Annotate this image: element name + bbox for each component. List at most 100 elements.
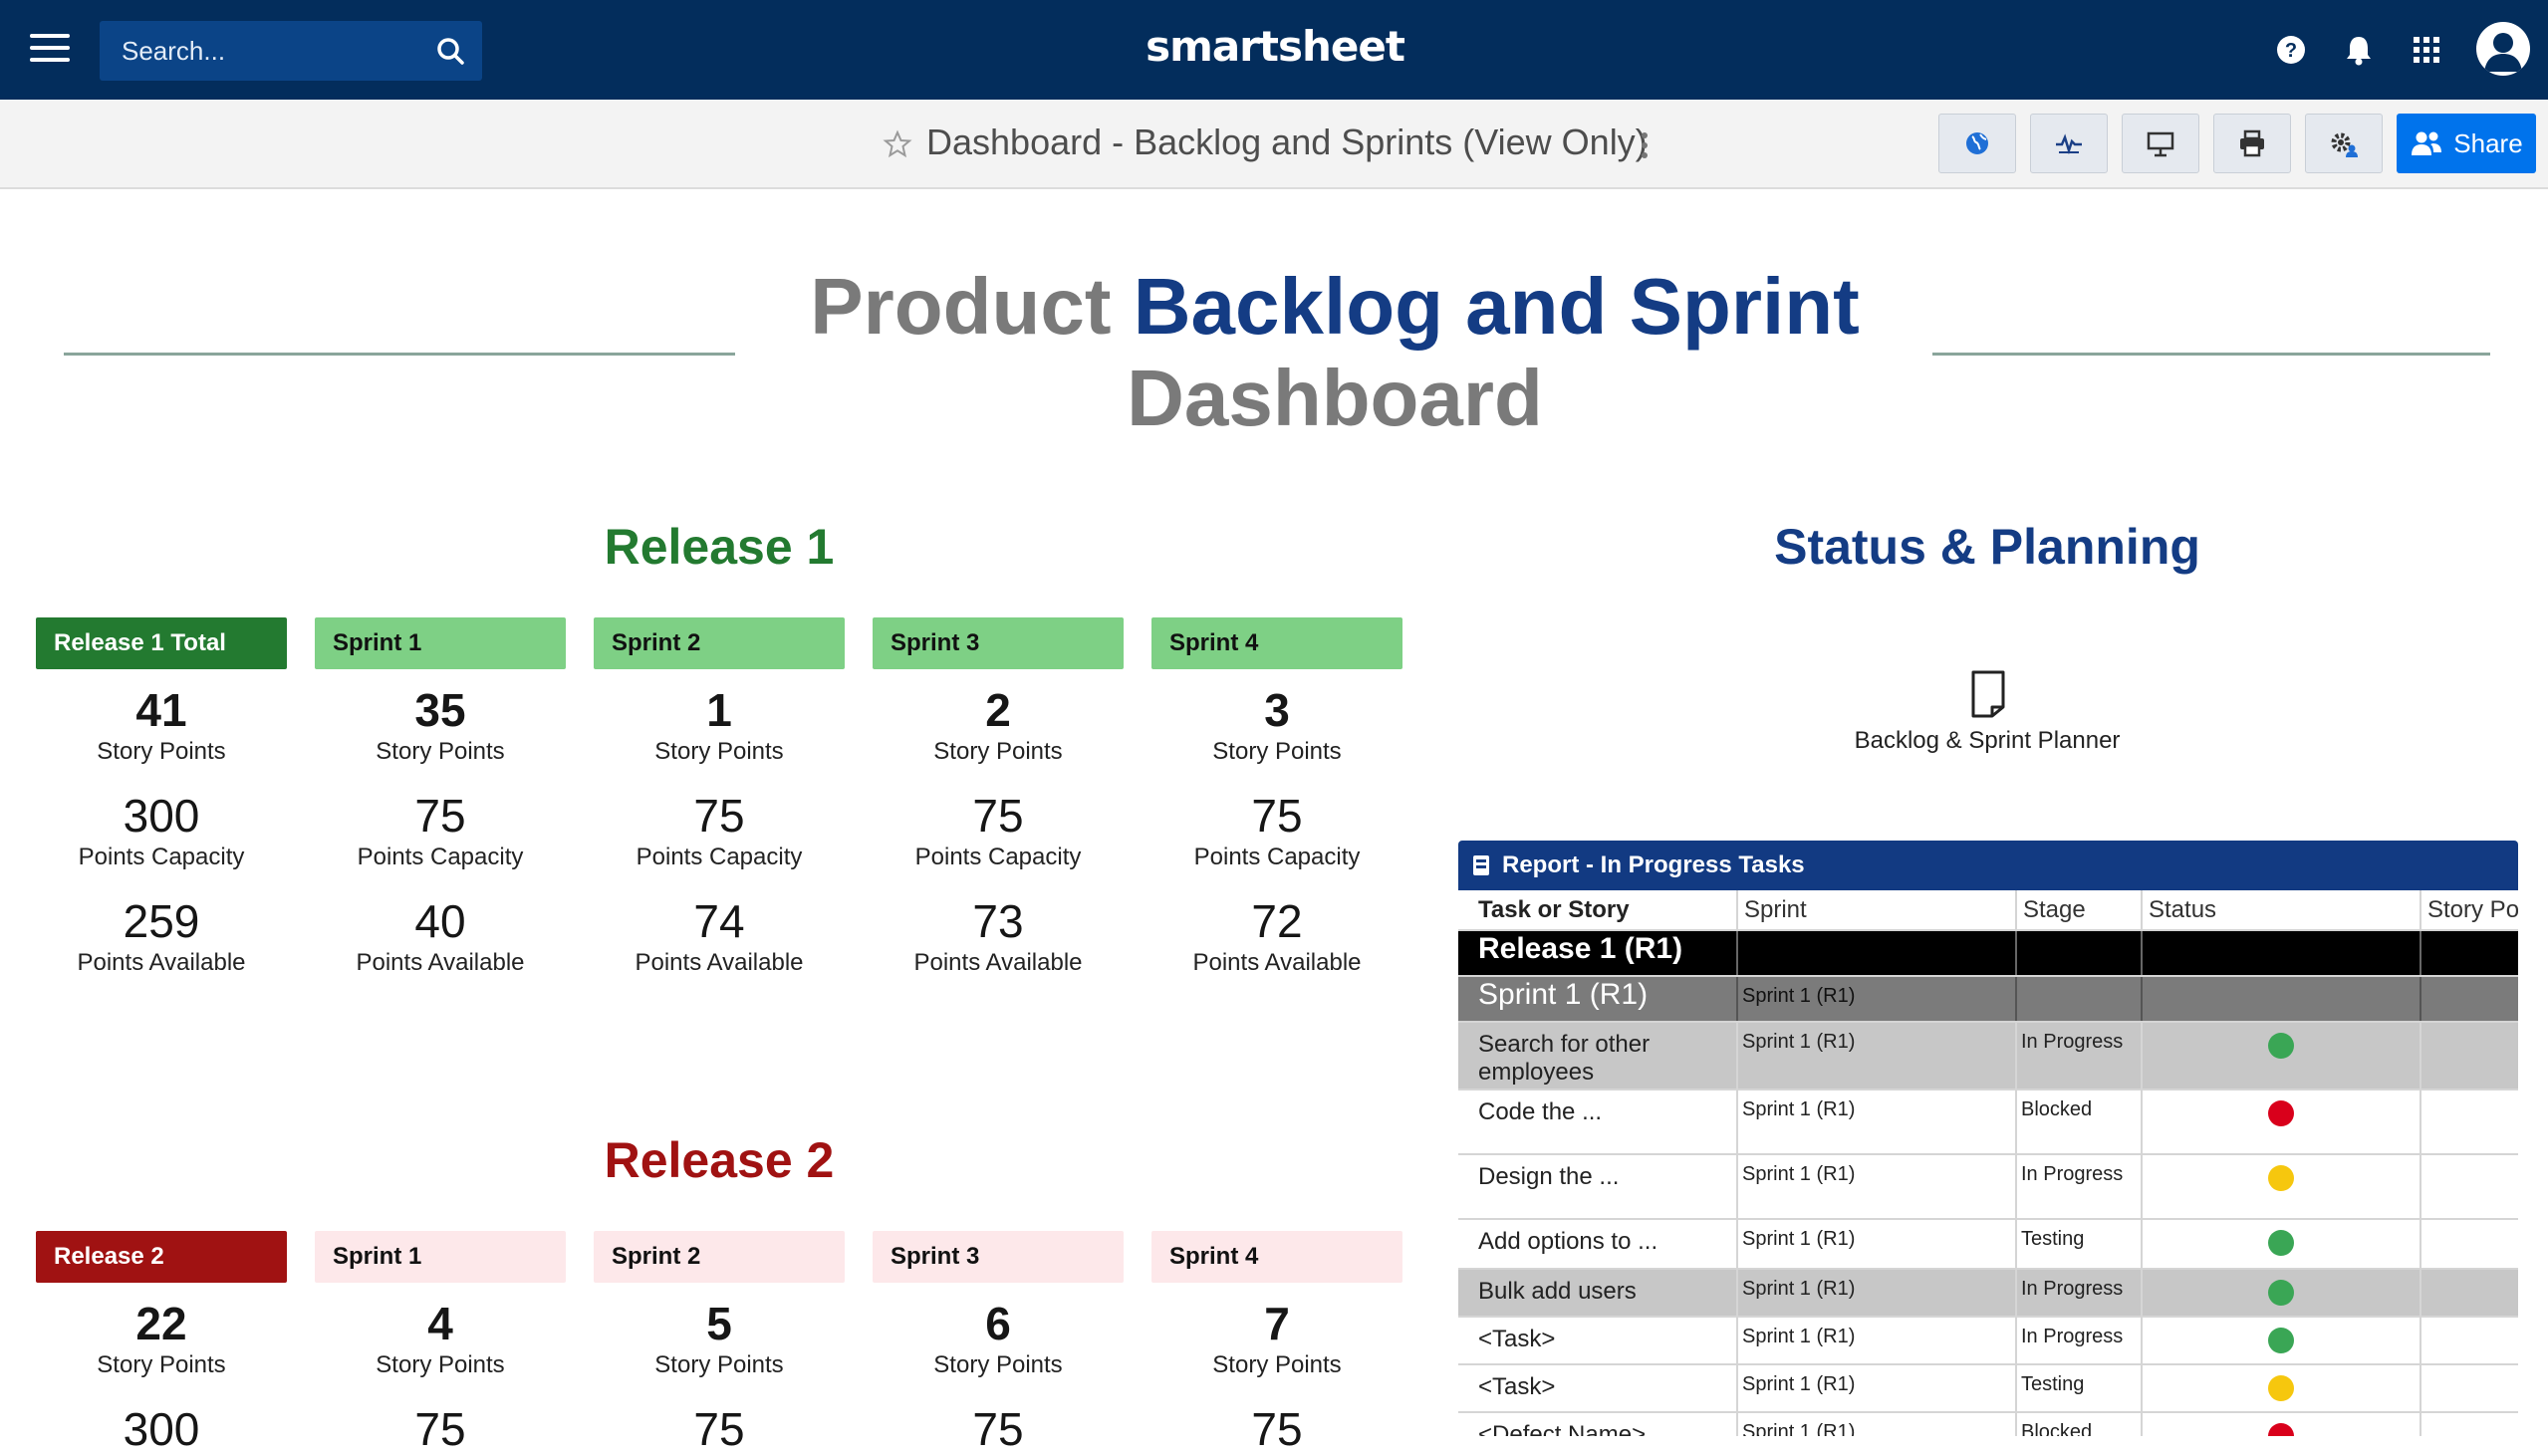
- hamburger-icon[interactable]: [30, 34, 70, 66]
- table-row[interactable]: <Task> Sprint 1 (R1) Testing: [1458, 1364, 2518, 1413]
- stage-cell[interactable]: Blocked: [2016, 1090, 2143, 1155]
- task-cell[interactable]: Sprint 1 (R1): [1458, 976, 1738, 1023]
- card-header: Sprint 1: [315, 1231, 566, 1283]
- table-row[interactable]: Design the ... Sprint 1 (R1) In Progress: [1458, 1154, 2518, 1220]
- stage-cell[interactable]: Testing: [2016, 1219, 2143, 1270]
- story-points-cell[interactable]: [2421, 1317, 2518, 1365]
- status-cell[interactable]: [2142, 1219, 2421, 1270]
- table-row[interactable]: Search for other employees Sprint 1 (R1)…: [1458, 1022, 2518, 1091]
- sprint-cell[interactable]: Sprint 1 (R1): [1737, 1090, 2017, 1155]
- sprint-cell[interactable]: Sprint 1 (R1): [1737, 1154, 2017, 1220]
- status-cell[interactable]: [2142, 1022, 2421, 1091]
- search-box[interactable]: [100, 21, 482, 81]
- capacity-value: 75: [1251, 790, 1303, 842]
- task-cell[interactable]: Search for other employees: [1458, 1022, 1738, 1091]
- stage-cell[interactable]: [2016, 976, 2143, 1023]
- column-header-stage[interactable]: Stage: [2016, 890, 2143, 931]
- table-row[interactable]: Sprint 1 (R1) Sprint 1 (R1): [1458, 976, 2518, 1023]
- avatar[interactable]: [2476, 22, 2530, 76]
- story-points-cell[interactable]: [2421, 1269, 2518, 1318]
- story-points-cell[interactable]: [2421, 1022, 2518, 1091]
- release-1-title: Release 1: [604, 519, 835, 575]
- stage-cell[interactable]: In Progress: [2016, 1317, 2143, 1365]
- title-part-product: Product: [810, 262, 1112, 351]
- story-points-cell[interactable]: [2421, 930, 2518, 977]
- activity-log-button[interactable]: [2030, 114, 2108, 173]
- task-cell[interactable]: Bulk add users: [1458, 1269, 1738, 1318]
- kebab-icon[interactable]: [1638, 129, 1652, 161]
- stage-cell[interactable]: Testing: [2016, 1364, 2143, 1413]
- capacity-label: Points Capacity: [1193, 844, 1361, 870]
- stage-cell[interactable]: [2016, 930, 2143, 977]
- card-header: Sprint 3: [873, 1231, 1124, 1283]
- sprint-cell[interactable]: Sprint 1 (R1): [1737, 1022, 2017, 1091]
- status-yellow-dot: [2268, 1165, 2294, 1191]
- story-points-value: 22: [135, 1298, 187, 1349]
- story-points-label: Story Points: [654, 738, 784, 765]
- admin-settings-button[interactable]: [2305, 114, 2383, 173]
- story-points-value: 7: [1264, 1298, 1290, 1349]
- table-row[interactable]: <Task> Sprint 1 (R1) In Progress: [1458, 1317, 2518, 1365]
- grid-icon[interactable]: [2409, 32, 2444, 68]
- story-points-cell[interactable]: [2421, 1412, 2518, 1436]
- stage-cell[interactable]: In Progress: [2016, 1022, 2143, 1091]
- story-points-cell[interactable]: [2421, 1090, 2518, 1155]
- publish-button[interactable]: [1938, 114, 2016, 173]
- sprint-cell[interactable]: Sprint 1 (R1): [1737, 976, 2017, 1023]
- column-header-story-points[interactable]: Story Po: [2421, 890, 2518, 931]
- stage-cell[interactable]: Blocked: [2016, 1412, 2143, 1436]
- status-cell[interactable]: [2142, 976, 2421, 1023]
- sprint-cell[interactable]: Sprint 1 (R1): [1737, 1269, 2017, 1318]
- task-cell[interactable]: <Task>: [1458, 1364, 1738, 1413]
- planner-link[interactable]: Backlog & Sprint Planner: [1753, 727, 2221, 755]
- bell-icon[interactable]: [2341, 32, 2377, 68]
- status-cell[interactable]: [2142, 1154, 2421, 1220]
- brand-logo[interactable]: smartsheet: [1076, 22, 1474, 71]
- status-red-dot: [2268, 1423, 2294, 1436]
- column-header-sprint[interactable]: Sprint: [1737, 890, 2017, 931]
- story-points-cell[interactable]: [2421, 1364, 2518, 1413]
- task-cell[interactable]: <Task>: [1458, 1317, 1738, 1365]
- story-points-cell[interactable]: [2421, 1219, 2518, 1270]
- status-cell[interactable]: [2142, 1412, 2421, 1436]
- sprint-cell[interactable]: Sprint 1 (R1): [1737, 1364, 2017, 1413]
- table-row[interactable]: <Defect Name> Sprint 1 (R1) Blocked: [1458, 1412, 2518, 1436]
- table-row[interactable]: Add options to ... Sprint 1 (R1) Testing: [1458, 1219, 2518, 1270]
- sprint-cell[interactable]: Sprint 1 (R1): [1737, 1219, 2017, 1270]
- sprint-cell[interactable]: [1737, 930, 2017, 977]
- status-cell[interactable]: [2142, 1317, 2421, 1365]
- sprint-cell[interactable]: Sprint 1 (R1): [1737, 1317, 2017, 1365]
- task-cell[interactable]: Release 1 (R1): [1458, 930, 1738, 977]
- table-row[interactable]: Release 1 (R1): [1458, 930, 2518, 977]
- table-row[interactable]: Bulk add users Sprint 1 (R1) In Progress: [1458, 1269, 2518, 1318]
- sprint-cell[interactable]: Sprint 1 (R1): [1737, 1412, 2017, 1436]
- sheet-icon[interactable]: [1968, 669, 2008, 719]
- status-cell[interactable]: [2142, 1269, 2421, 1318]
- stage-cell[interactable]: In Progress: [2016, 1154, 2143, 1220]
- task-cell[interactable]: Design the ...: [1458, 1154, 1738, 1220]
- print-button[interactable]: [2213, 114, 2291, 173]
- column-header-task[interactable]: Task or Story: [1458, 890, 1738, 931]
- story-points-cell[interactable]: [2421, 976, 2518, 1023]
- task-cell[interactable]: <Defect Name>: [1458, 1412, 1738, 1436]
- available-value: 74: [693, 895, 745, 947]
- table-row[interactable]: Code the ... Sprint 1 (R1) Blocked: [1458, 1090, 2518, 1155]
- share-button[interactable]: Share: [2397, 114, 2536, 173]
- column-header-status[interactable]: Status: [2142, 890, 2421, 931]
- status-cell[interactable]: [2142, 1364, 2421, 1413]
- available-label: Points Available: [77, 949, 246, 976]
- search-icon[interactable]: [434, 35, 466, 67]
- task-cell[interactable]: Add options to ...: [1458, 1219, 1738, 1270]
- share-label: Share: [2453, 127, 2523, 158]
- star-icon[interactable]: [883, 129, 912, 159]
- help-icon[interactable]: ?: [2273, 32, 2309, 68]
- stage-cell[interactable]: In Progress: [2016, 1269, 2143, 1318]
- story-points-cell[interactable]: [2421, 1154, 2518, 1220]
- presentation-button[interactable]: [2122, 114, 2199, 173]
- capacity-value: 75: [972, 790, 1024, 842]
- status-cell[interactable]: [2142, 930, 2421, 977]
- search-input[interactable]: [100, 21, 418, 81]
- available-label: Points Available: [635, 949, 804, 976]
- status-cell[interactable]: [2142, 1090, 2421, 1155]
- task-cell[interactable]: Code the ...: [1458, 1090, 1738, 1155]
